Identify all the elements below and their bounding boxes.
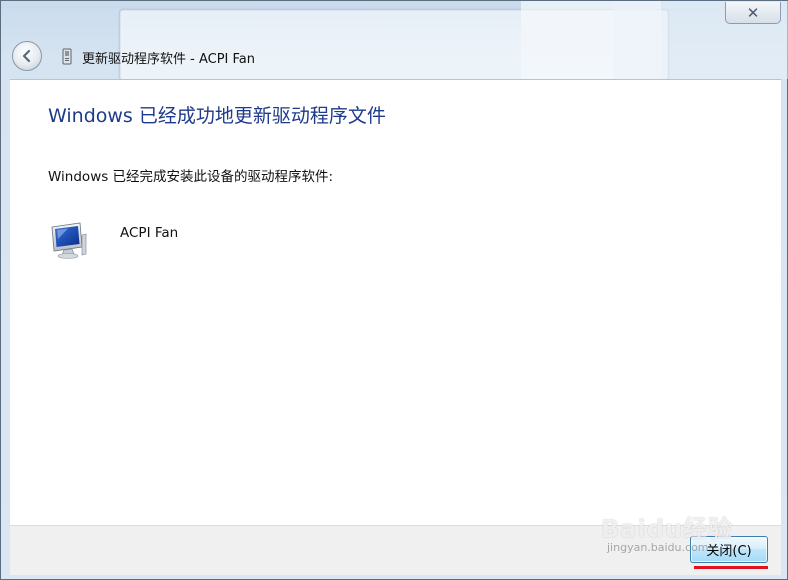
watermark-url: jingyan.baidu.com [607, 541, 709, 554]
monitor-device-icon [51, 222, 87, 259]
device-name: ACPI Fan [120, 225, 179, 241]
close-icon: ✕ [746, 3, 760, 22]
highlight-underline [694, 566, 768, 569]
status-message: Windows 已经完成安装此设备的驱动程序软件: [48, 169, 334, 185]
back-button[interactable] [12, 41, 42, 71]
window-close-button[interactable]: ✕ [725, 2, 781, 24]
dialog-window: ✕ 更新驱动程序软件 - ACPI Fan Windows 已经成功地更新驱动程… [0, 0, 788, 580]
window-title: 更新驱动程序软件 - ACPI Fan [82, 52, 255, 67]
watermark-logo: Baidu经验 [601, 515, 733, 543]
page-title: Windows 已经成功地更新驱动程序文件 [48, 105, 386, 127]
device-manager-icon [62, 48, 72, 65]
back-arrow-icon [22, 49, 31, 63]
content-area: Windows 已经成功地更新驱动程序文件 Windows 已经完成安装此设备的… [10, 79, 781, 525]
